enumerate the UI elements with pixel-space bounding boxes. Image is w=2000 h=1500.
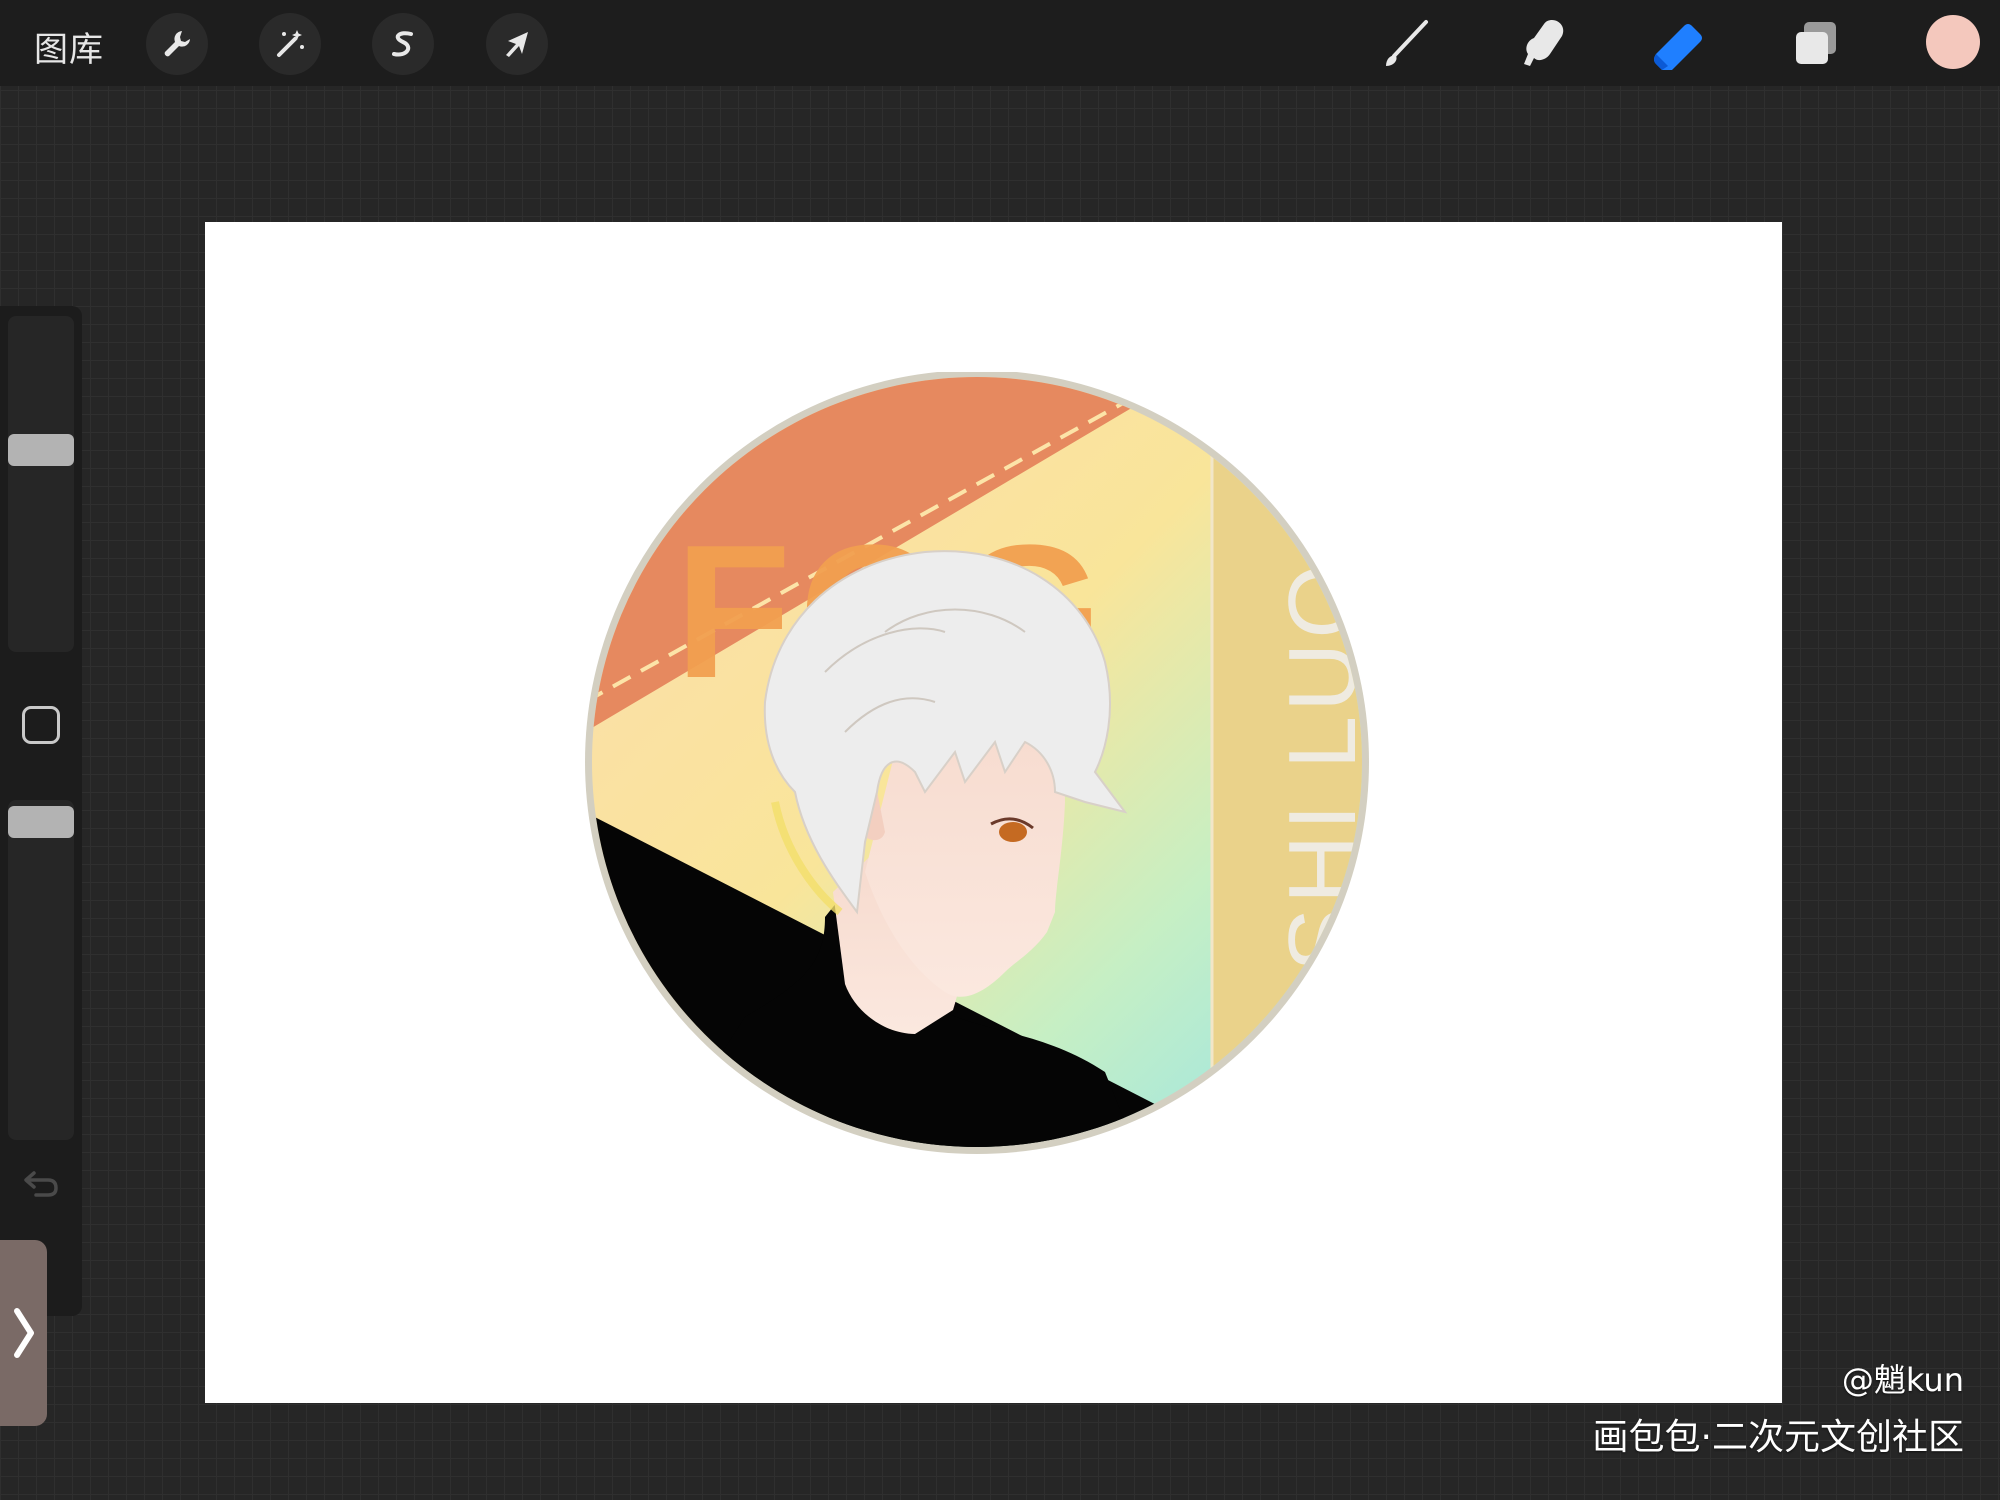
selection-button[interactable]	[372, 13, 434, 75]
chevron-right-icon	[13, 1308, 34, 1358]
wrench-icon	[164, 31, 190, 57]
undo-icon	[24, 1171, 58, 1197]
drawing-canvas[interactable]: FOG SHI LUO	[205, 222, 1782, 1403]
arrow-cursor-icon	[506, 32, 528, 57]
left-sidebar	[0, 306, 82, 1316]
selection-s-icon	[392, 31, 413, 57]
eraser-icon	[1654, 24, 1702, 70]
brush-size-slider[interactable]	[8, 316, 74, 652]
shi-luo-vertical-text: SHI LUO	[1269, 560, 1376, 972]
color-picker-button[interactable]	[1926, 15, 1980, 69]
watermark-site: 画包包·二次元文创社区	[1592, 1417, 1964, 1458]
gallery-button[interactable]: 图库	[34, 22, 104, 71]
watermark-author: @魈kun	[1841, 1361, 1964, 1399]
watermark: @魈kun 画包包·二次元文创社区	[1593, 1358, 1964, 1466]
layers-button[interactable]	[1784, 12, 1848, 76]
transform-button[interactable]	[486, 13, 548, 75]
layers-icon	[1796, 22, 1836, 64]
modify-button[interactable]	[22, 706, 60, 744]
character-eye	[999, 822, 1027, 842]
brush-size-slider-handle[interactable]	[8, 434, 74, 466]
eraser-tool-button[interactable]	[1646, 12, 1710, 76]
actions-button[interactable]	[146, 13, 208, 75]
smudge-finger-icon	[1524, 20, 1564, 66]
brush-icon	[1386, 20, 1428, 66]
undo-button[interactable]	[20, 1164, 64, 1204]
artwork-badge: FOG SHI LUO	[585, 372, 1376, 1154]
adjustments-button[interactable]	[259, 13, 321, 75]
brush-tool-button[interactable]	[1374, 12, 1438, 76]
smudge-tool-button[interactable]	[1510, 12, 1574, 76]
opacity-slider-handle[interactable]	[8, 806, 74, 838]
opacity-slider[interactable]	[8, 800, 74, 1140]
sidebar-expand-tab[interactable]	[0, 1240, 47, 1426]
top-toolbar: 图库	[0, 0, 2000, 86]
magic-wand-icon	[277, 30, 304, 57]
